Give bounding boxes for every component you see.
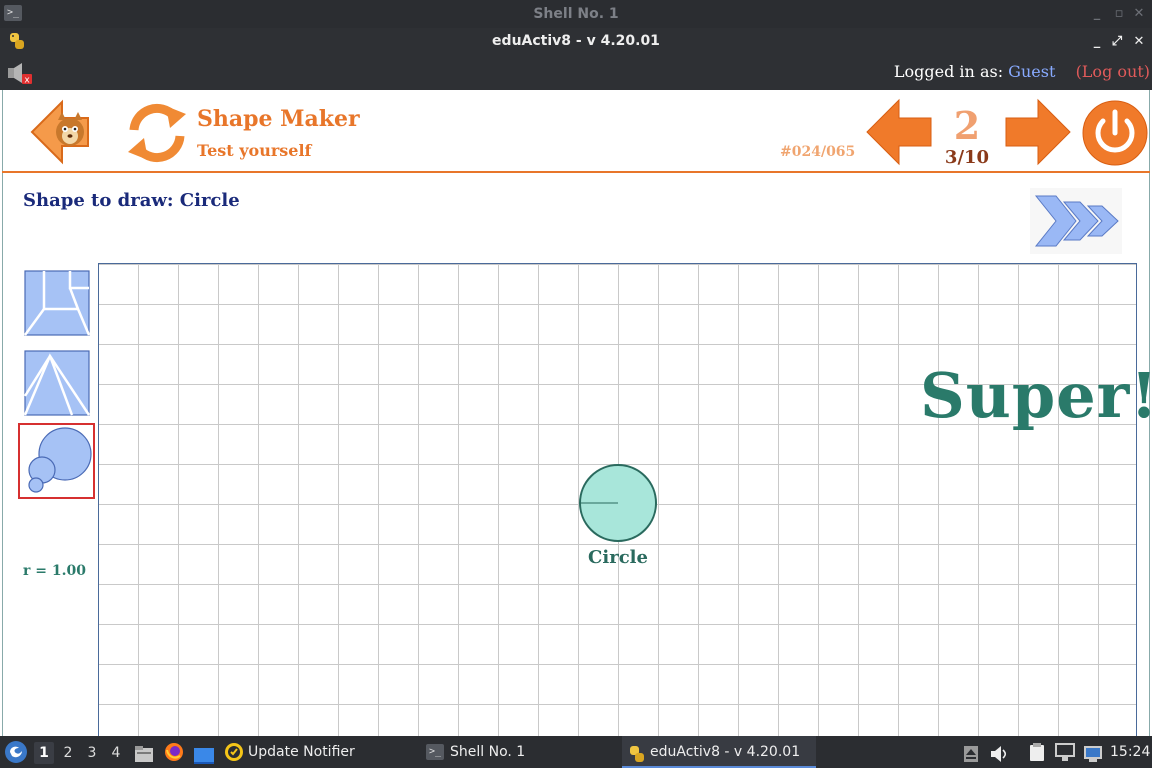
task-label: eduActiv8 - v 4.20.01 [650,744,801,760]
feedback-message: Super! [920,359,1152,432]
shape-tool-quadrilaterals[interactable] [20,266,94,340]
logged-in-label: Logged in as: [893,62,1004,81]
header-divider [2,171,1150,173]
back-to-menu-button[interactable] [30,98,90,166]
task-prompt: Shape to draw: Circle [23,190,240,211]
app-minimize-button[interactable]: _ [1086,28,1108,56]
distro-logo-icon [5,741,27,763]
start-menu-button[interactable] [4,740,28,764]
clipboard-icon[interactable] [1028,742,1046,762]
drawn-circle[interactable] [578,463,658,543]
exit-button[interactable] [1081,99,1149,167]
clock[interactable]: 15:24 [1110,736,1150,768]
triangle-icon [23,350,91,416]
arrow-right-icon [1005,98,1071,166]
terminal-task-icon: >_ [426,744,444,760]
task-label: Update Notifier [248,744,355,760]
app-close-button[interactable]: ✕ [1128,28,1150,56]
logout-link[interactable]: (Log out) [1076,62,1150,81]
task-shell[interactable]: >_ Shell No. 1 [426,736,525,768]
activity-title: Shape Maker [197,106,360,132]
app-window-title: eduActiv8 - v 4.20.01 [492,33,660,49]
task-update-notifier[interactable]: Update Notifier [224,736,355,768]
fast-forward-icon [1034,195,1119,247]
activity-refresh-icon[interactable] [124,100,190,166]
shape-tool-triangles[interactable] [20,346,94,420]
workspace-2[interactable]: 2 [58,742,78,764]
workspace-4[interactable]: 4 [106,742,126,764]
notifications-icon[interactable] [1083,743,1103,762]
shape-label: Circle [588,547,648,568]
shell-minimize-button[interactable]: _ [1086,0,1108,28]
radius-value: r = 1.00 [23,563,86,579]
user-name[interactable]: Guest [1008,62,1055,81]
mascot-arrow-icon [30,99,89,165]
login-info: Logged in as: Guest (Log out) [894,54,1150,90]
network-icon[interactable] [1054,742,1076,762]
progress-counter: 3/10 [944,147,990,168]
next-level-button[interactable] [1004,98,1072,166]
firefox-icon[interactable] [164,742,184,762]
arrow-left-icon [866,98,932,166]
quadrilateral-icon [23,270,91,336]
task-label: Shell No. 1 [450,744,526,760]
taskbar: 1 2 3 4 Update Notifier >_ Shell No. 1 ed… [0,736,1152,768]
login-bar: x Logged in as: Guest (Log out) [0,54,1152,90]
shell-window-title: Shell No. 1 [533,6,619,22]
app-maximize-button[interactable]: ⤢ [1106,28,1128,56]
python-task-icon [628,743,646,762]
shape-tool-circles[interactable] [18,423,95,499]
sound-muted-icon[interactable]: x [6,62,34,86]
activity-subtitle: Test yourself [197,141,312,160]
circle-icon [28,427,92,493]
shell-window-titlebar: >_ Shell No. 1 _ ▫ ✕ [0,0,1152,28]
volume-icon[interactable] [990,743,1010,762]
level-number: 2 [953,103,981,148]
tray-expand-icon[interactable] [963,743,979,762]
desktop-icon[interactable] [194,744,214,764]
shell-maximize-button[interactable]: ▫ [1108,0,1130,28]
workspace-3[interactable]: 3 [82,742,102,764]
update-notifier-icon [224,742,244,762]
app-window-titlebar: eduActiv8 - v 4.20.01 _ ⤢ ✕ [0,28,1152,54]
svg-text:x: x [24,76,30,86]
workspace-1[interactable]: 1 [34,742,54,764]
task-eduactiv8[interactable]: eduActiv8 - v 4.20.01 [622,736,816,768]
activity-id: #024/065 [780,144,856,160]
file-manager-icon[interactable] [134,743,154,762]
previous-level-button[interactable] [865,98,933,166]
power-icon [1082,100,1148,166]
next-task-button[interactable] [1030,188,1122,254]
shell-close-button[interactable]: ✕ [1128,0,1150,28]
